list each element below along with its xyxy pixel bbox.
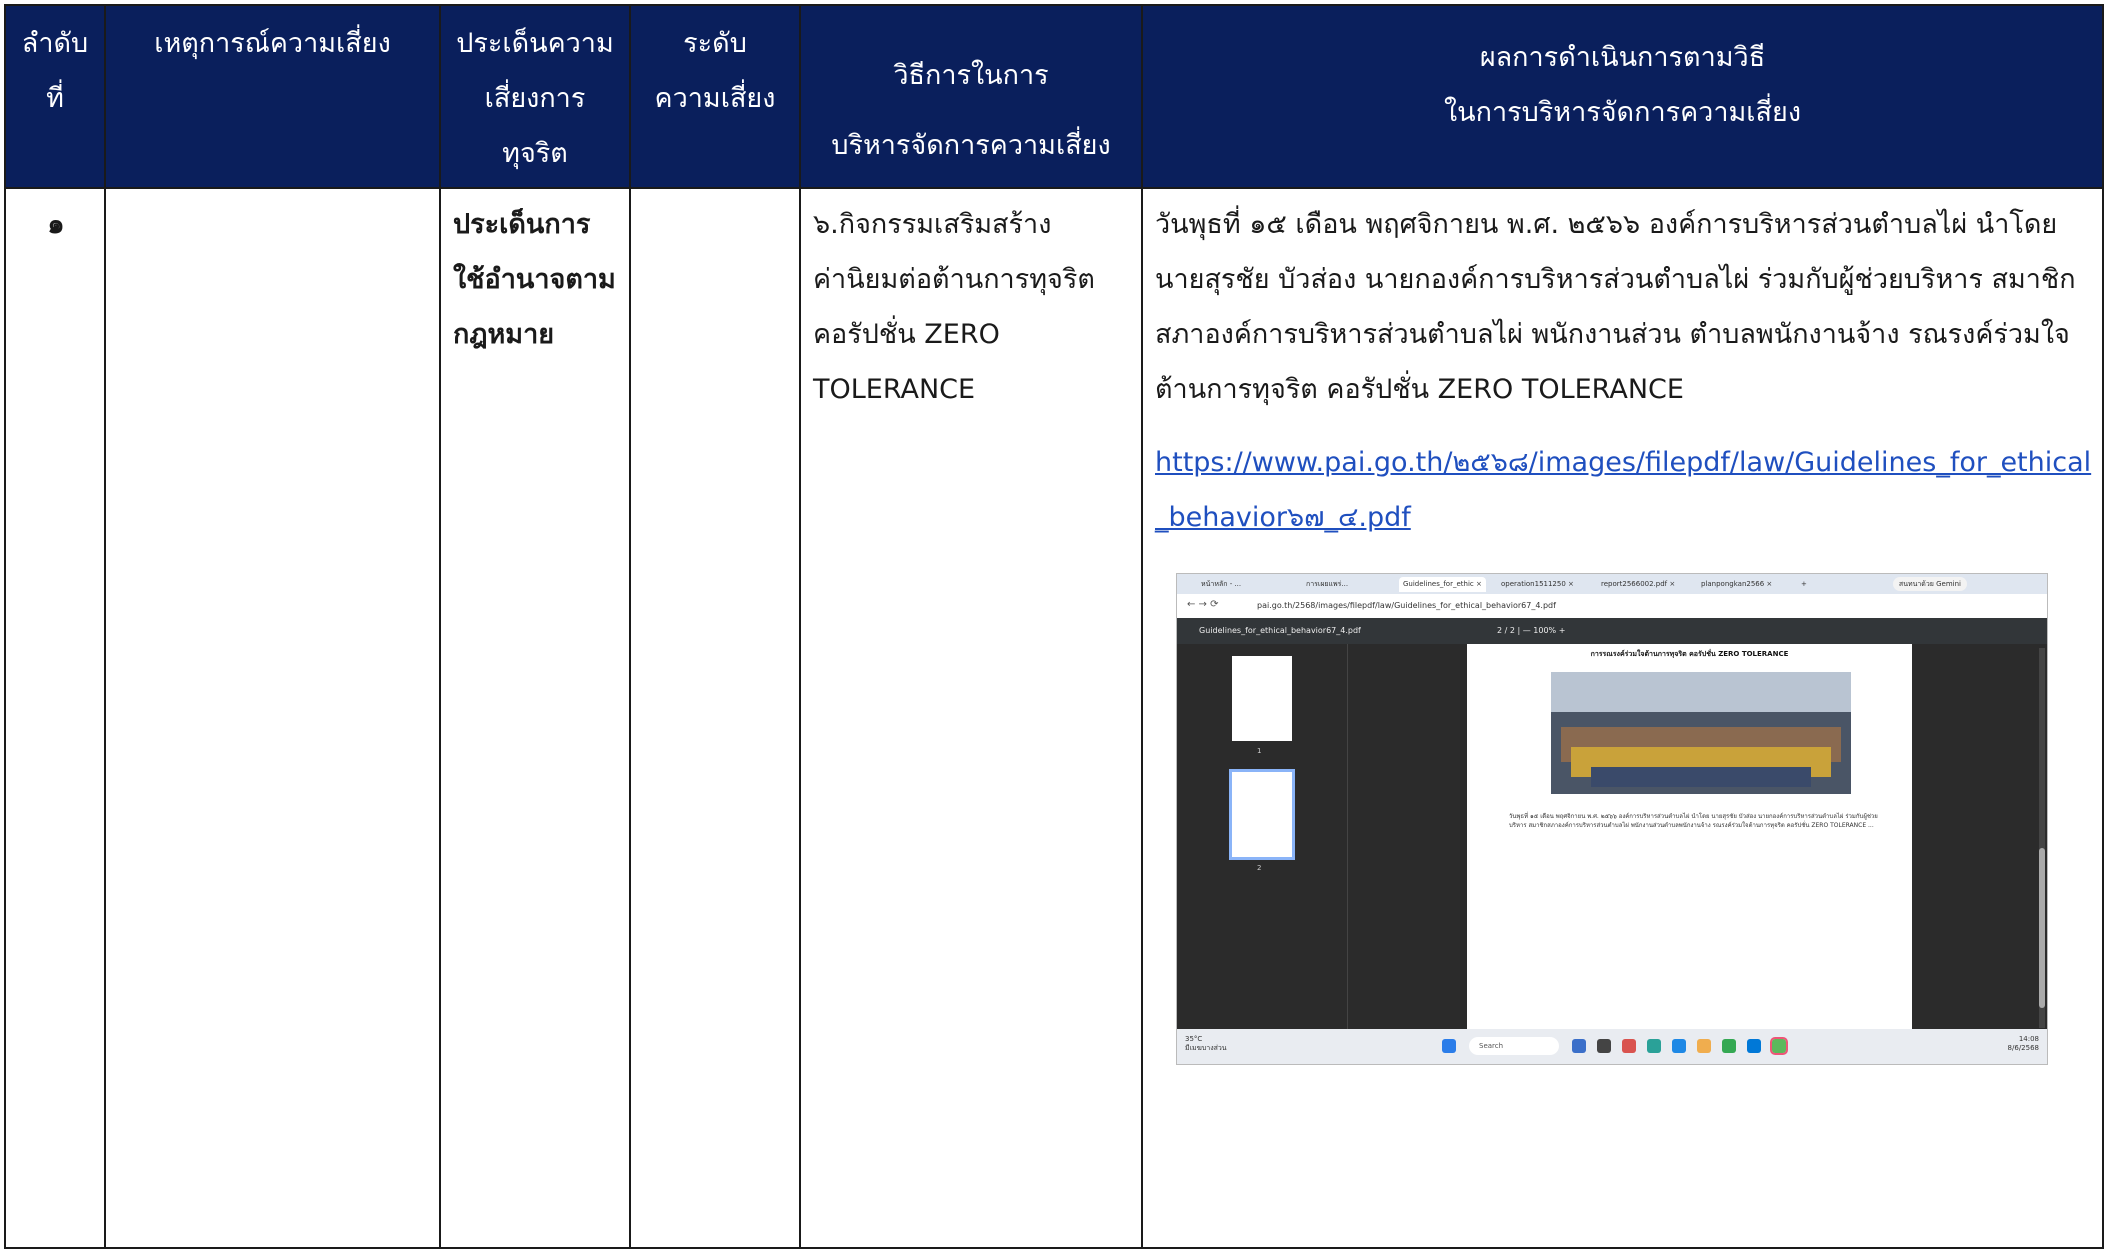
- app-icon[interactable]: [1597, 1039, 1611, 1053]
- url-field[interactable]: pai.go.th/2568/images/filepdf/law/Guidel…: [1257, 599, 1556, 613]
- pdf-thumbnail[interactable]: [1232, 656, 1292, 741]
- result-link[interactable]: https://www.pai.go.th/๒๕๖๘/images/filepd…: [1155, 435, 2092, 545]
- app-icon[interactable]: [1622, 1039, 1636, 1053]
- row-issue: ประเด็นการ ใช้อำนาจตาม กฎหมาย: [439, 187, 631, 1249]
- row-number: ๑: [4, 187, 106, 1249]
- windows-taskbar: 35°C มีเมฆบางส่วน Search 14:08 8/6/2568: [1177, 1029, 2047, 1064]
- app-icon[interactable]: [1672, 1039, 1686, 1053]
- header-issue: ประเด็นความ เสี่ยงการ ทุจริต: [439, 4, 631, 189]
- browser-tab[interactable]: การเผยแพร่...: [1302, 577, 1352, 592]
- app-icon[interactable]: [1647, 1039, 1661, 1053]
- row-event: [104, 187, 441, 1249]
- group-photo-image: [1551, 672, 1851, 794]
- pdf-filename: Guidelines_for_ethical_behavior67_4.pdf: [1199, 626, 1361, 635]
- app-icon[interactable]: [1747, 1039, 1761, 1053]
- pdf-body-text: วันพุธที่ ๑๕ เดือน พฤศจิกายน พ.ศ. ๒๕๖๖ อ…: [1509, 813, 1878, 829]
- group-photo: [1551, 672, 1851, 794]
- new-tab-button[interactable]: +: [1797, 577, 1811, 592]
- taskbar-clock: 14:08 8/6/2568: [2007, 1035, 2039, 1052]
- browser-tab-strip: หน้าหลัก - ... การเผยแพร่... Guidelines_…: [1177, 574, 2047, 594]
- row-level: [629, 187, 801, 1249]
- header-row: ลำดับ ที่ เหตุการณ์ความเสี่ยง ประเด็นควา…: [4, 4, 2104, 189]
- row-method: ๖.กิจกรรมเสริมสร้าง ค่านิยมต่อต้านการทุจ…: [799, 187, 1143, 1249]
- browser-tab[interactable]: operation1511250 ×: [1497, 577, 1578, 592]
- row-result: วันพุธที่ ๑๕ เดือน พฤศจิกายน พ.ศ. ๒๕๖๖ อ…: [1141, 187, 2104, 1249]
- result-text: วันพุธที่ ๑๕ เดือน พฤศจิกายน พ.ศ. ๒๕๖๖ อ…: [1155, 209, 2076, 405]
- header-method: วิธีการในการ บริหารจัดการความเสี่ยง: [799, 4, 1143, 189]
- pdf-thumbnail-selected[interactable]: [1229, 769, 1295, 860]
- weather-widget[interactable]: 35°C มีเมฆบางส่วน: [1185, 1035, 1227, 1053]
- chrome-icon[interactable]: [1722, 1039, 1736, 1053]
- pdf-toolbar: Guidelines_for_ethical_behavior67_4.pdf …: [1177, 618, 2047, 644]
- header-level: ระดับ ความเสี่ยง: [629, 4, 801, 189]
- thumbnail-label: 2: [1257, 864, 1262, 872]
- pdf-page-title: การรณรงค์ร่วมใจต้านการทุจริต คอรัปชั่น Z…: [1590, 650, 1789, 658]
- pdf-thumbnail-sidebar: 1 2: [1177, 644, 1348, 1029]
- risk-table: ลำดับ ที่ เหตุการณ์ความเสี่ยง ประเด็นควา…: [4, 4, 2104, 1249]
- header-result: ผลการดำเนินการตามวิธี ในการบริหารจัดการค…: [1141, 4, 2104, 189]
- header-event: เหตุการณ์ความเสี่ยง: [104, 4, 441, 189]
- browser-tab[interactable]: planpongkan2566 ×: [1697, 577, 1776, 592]
- thumbnail-label: 1: [1257, 747, 1262, 755]
- pdf-page: การรณรงค์ร่วมใจต้านการทุจริต คอรัปชั่น Z…: [1467, 644, 1912, 1029]
- header-no: ลำดับ ที่: [4, 4, 106, 189]
- back-forward-reload-icons[interactable]: ← → ⟳: [1187, 599, 1219, 611]
- address-bar: ← → ⟳ pai.go.th/2568/images/filepdf/law/…: [1177, 594, 2047, 618]
- gemini-button[interactable]: สนทนาด้วย Gemini: [1892, 577, 1967, 591]
- browser-tab[interactable]: หน้าหลัก - ...: [1197, 577, 1245, 592]
- app-icon[interactable]: [1572, 1039, 1586, 1053]
- taskbar-search[interactable]: Search: [1469, 1037, 1559, 1055]
- folder-icon[interactable]: [1697, 1039, 1711, 1053]
- browser-tab[interactable]: report2566002.pdf ×: [1597, 577, 1679, 592]
- windows-start-icon[interactable]: [1442, 1039, 1456, 1053]
- table-row: ๑ ประเด็นการ ใช้อำนาจตาม กฎหมาย ๖.กิจกรร…: [4, 187, 2104, 1249]
- evidence-screenshot: หน้าหลัก - ... การเผยแพร่... Guidelines_…: [1176, 573, 2048, 1065]
- pdf-scrollbar[interactable]: [2039, 648, 2045, 1028]
- pdf-page-indicator[interactable]: 2 / 2 | — 100% +: [1497, 625, 1565, 637]
- browser-tab-active[interactable]: Guidelines_for_ethic ×: [1399, 577, 1486, 592]
- line-app-icon[interactable]: [1770, 1037, 1788, 1055]
